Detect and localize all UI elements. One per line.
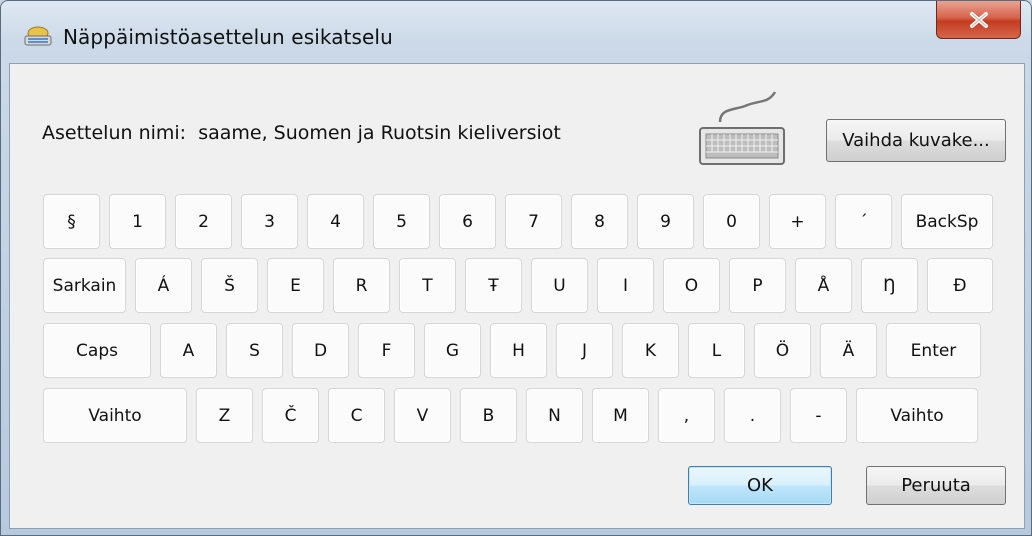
key: V (394, 388, 451, 443)
key: G (424, 323, 481, 378)
key: 6 (439, 194, 496, 249)
key: Ŋ (861, 258, 918, 313)
key: Vaihto (43, 388, 187, 443)
key: Sarkain (43, 258, 126, 313)
key: Enter (886, 323, 981, 378)
key: L (688, 323, 745, 378)
key: 9 (637, 194, 694, 249)
layout-name-label: Asettelun nimi: (42, 122, 187, 144)
key: I (597, 258, 654, 313)
key: K (622, 323, 679, 378)
key: 7 (505, 194, 562, 249)
key: + (769, 194, 826, 249)
key: P (729, 258, 786, 313)
key: Ŧ (465, 258, 522, 313)
key: Š (201, 258, 258, 313)
key: 3 (241, 194, 298, 249)
window-title: Näppäimistöasettelun esikatselu (63, 25, 393, 49)
close-button[interactable] (936, 1, 1021, 39)
key: Å (795, 258, 852, 313)
ok-button[interactable]: OK (688, 466, 832, 505)
dialog-content: Asettelun nimi: saame, Suomen ja Ruotsin… (9, 63, 1025, 529)
keyboard-layout-icon (24, 26, 52, 46)
cancel-button[interactable]: Peruuta (866, 466, 1006, 505)
key: 1 (109, 194, 166, 249)
key: 5 (373, 194, 430, 249)
key: H (490, 323, 547, 378)
key: N (526, 388, 583, 443)
title-bar: Näppäimistöasettelun esikatselu (1, 1, 1031, 63)
change-icon-button[interactable]: Vaihda kuvake... (826, 119, 1006, 162)
key: C (328, 388, 385, 443)
key: B (460, 388, 517, 443)
key: Đ (927, 258, 993, 313)
close-icon (969, 11, 988, 28)
key: Ä (820, 323, 877, 378)
key: O (663, 258, 720, 313)
key: Č (262, 388, 319, 443)
key: Á (135, 258, 192, 313)
key: . (724, 388, 781, 443)
dialog-window: Näppäimistöasettelun esikatselu Asettelu… (0, 0, 1032, 536)
key: § (43, 194, 100, 249)
key: T (399, 258, 456, 313)
key: - (790, 388, 847, 443)
key: E (267, 258, 324, 313)
key: 4 (307, 194, 364, 249)
key: 0 (703, 194, 760, 249)
key: BackSp (901, 194, 993, 249)
key: A (160, 323, 217, 378)
key: F (358, 323, 415, 378)
key: J (556, 323, 613, 378)
key: R (333, 258, 390, 313)
layout-name-value: saame, Suomen ja Ruotsin kieliversiot (198, 122, 561, 144)
key: M (592, 388, 649, 443)
key: 8 (571, 194, 628, 249)
key: , (658, 388, 715, 443)
key: 2 (175, 194, 232, 249)
key: ´ (835, 194, 892, 249)
key: S (226, 323, 283, 378)
key: Vaihto (856, 388, 978, 443)
key: Z (196, 388, 253, 443)
key: U (531, 258, 588, 313)
layout-name-row: Asettelun nimi: saame, Suomen ja Ruotsin… (42, 122, 561, 144)
key: Ö (754, 323, 811, 378)
key: Caps (43, 323, 151, 378)
keyboard-icon (699, 91, 785, 165)
key: D (292, 323, 349, 378)
